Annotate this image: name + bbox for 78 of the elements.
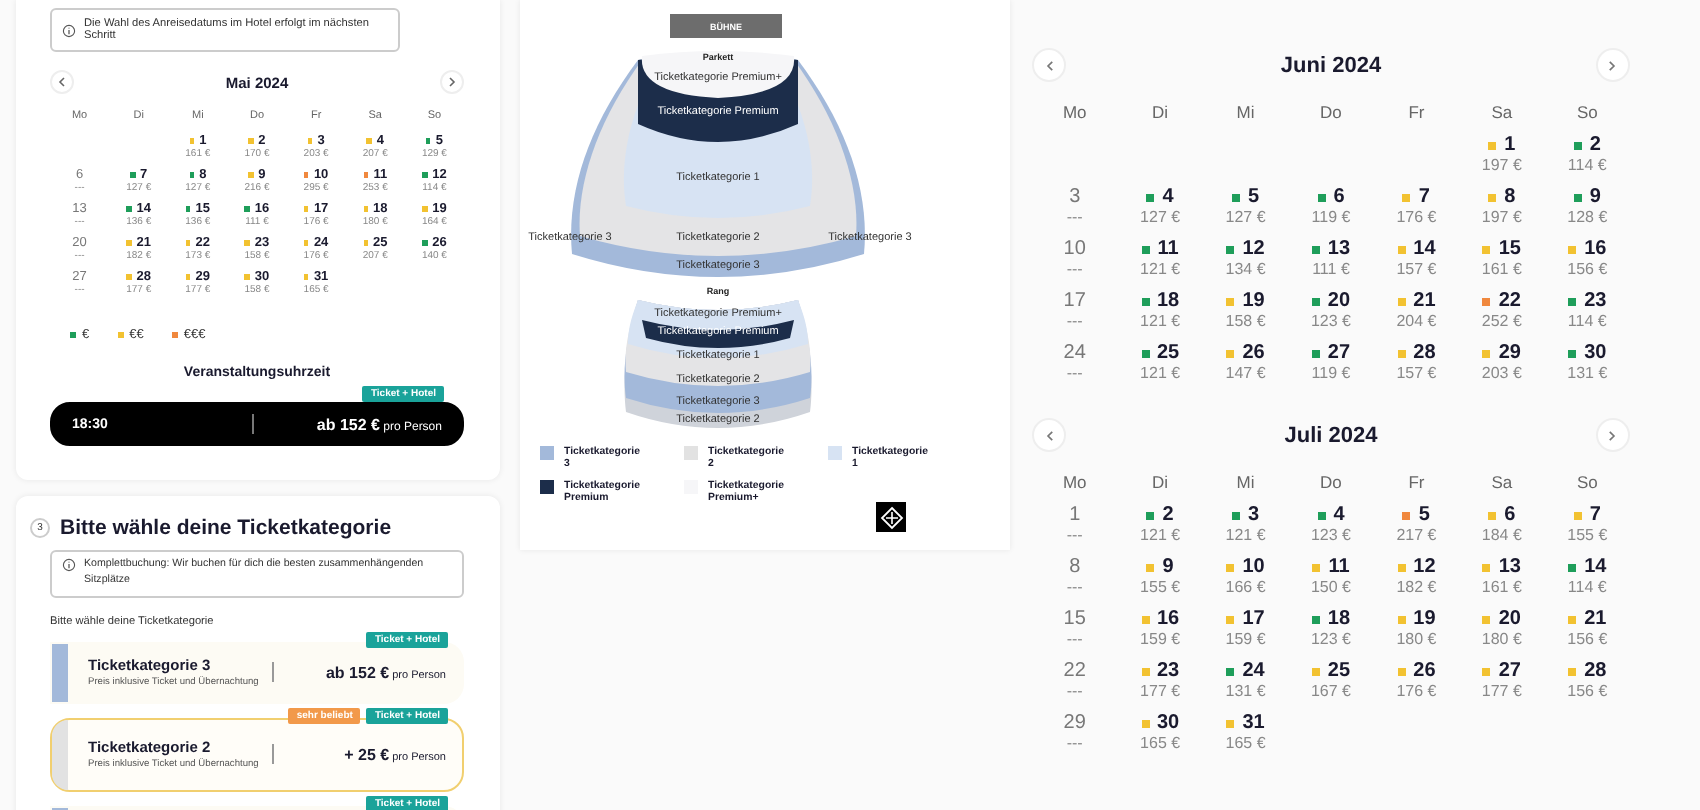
weekday-label: Sa xyxy=(1489,472,1515,496)
calendar-day[interactable]: 29 203 € xyxy=(1459,342,1545,394)
calendar-day[interactable]: 17 159 € xyxy=(1202,608,1289,660)
calendar-day[interactable]: 7 176 € xyxy=(1373,186,1460,238)
weekday-label: So xyxy=(1574,102,1600,126)
calendar-day[interactable]: 9 128 € xyxy=(1544,186,1630,238)
calendar-day[interactable]: 28 157 € xyxy=(1373,342,1460,394)
calendar-day[interactable]: 2 114 € xyxy=(1544,134,1630,186)
weekday-label: Sa xyxy=(1489,102,1515,126)
month-title: Juni 2024 xyxy=(1280,53,1382,77)
calendar-day[interactable]: 21 204 € xyxy=(1373,290,1460,342)
calendar-day[interactable]: 4 127 € xyxy=(1117,186,1203,238)
calendar-day[interactable]: 26 176 € xyxy=(1373,660,1460,712)
calendar-day[interactable]: 13 161 € xyxy=(1459,556,1545,608)
calendar-day[interactable]: 16 159 € xyxy=(1117,608,1203,660)
calendar-day[interactable]: 28 156 € xyxy=(1544,660,1630,712)
weekday-label: Di xyxy=(1150,472,1171,496)
calendar-day[interactable]: 30 165 € xyxy=(1117,712,1203,764)
weekday-label: Fr xyxy=(1406,102,1427,126)
calendar-day[interactable]: 12 182 € xyxy=(1373,556,1460,608)
calendar-day[interactable]: 14 114 € xyxy=(1544,556,1630,608)
calendar-day[interactable]: 20 180 € xyxy=(1459,608,1545,660)
calendar-day: 24 --- xyxy=(1032,342,1118,394)
weekday-label: Mo xyxy=(1060,472,1089,496)
calendar-day[interactable]: 25 167 € xyxy=(1288,660,1374,712)
calendar-day[interactable]: 20 123 € xyxy=(1288,290,1374,342)
calendar-day[interactable]: 31 165 € xyxy=(1202,712,1289,764)
calendar-day[interactable]: 24 131 € xyxy=(1202,660,1289,712)
calendar-day[interactable]: 7 155 € xyxy=(1544,504,1630,556)
calendar-day[interactable]: 6 119 € xyxy=(1288,186,1374,238)
calendar-day: 3 --- xyxy=(1032,186,1118,238)
calendar-day[interactable]: 14 157 € xyxy=(1373,238,1460,290)
calendar-day[interactable]: 23 177 € xyxy=(1117,660,1203,712)
calendar-day[interactable]: 4 123 € xyxy=(1288,504,1374,556)
calendar-day: 17 --- xyxy=(1032,290,1118,342)
calendar-day[interactable]: 5 127 € xyxy=(1202,186,1289,238)
month-title: Juli 2024 xyxy=(1284,423,1378,447)
calendar-day[interactable]: 18 123 € xyxy=(1288,608,1374,660)
calendar-day: 10 --- xyxy=(1032,238,1118,290)
calendar-day[interactable]: 21 156 € xyxy=(1544,608,1630,660)
calendar-day: 1 --- xyxy=(1032,504,1118,556)
calendar-day[interactable]: 11 150 € xyxy=(1288,556,1374,608)
calendar-day[interactable]: 5 217 € xyxy=(1373,504,1460,556)
weekday-label: Mo xyxy=(1060,102,1089,126)
weekday-label: Fr xyxy=(1406,472,1427,496)
calendar-day[interactable]: 19 158 € xyxy=(1202,290,1289,342)
weekday-label: Di xyxy=(1150,102,1171,126)
calendar-day[interactable]: 18 121 € xyxy=(1117,290,1203,342)
calendar-day[interactable]: 9 155 € xyxy=(1117,556,1203,608)
calendar-day[interactable]: 2 121 € xyxy=(1117,504,1203,556)
calendar-day[interactable]: 23 114 € xyxy=(1544,290,1630,342)
calendar-day[interactable]: 8 197 € xyxy=(1459,186,1545,238)
calendar-day: 8 --- xyxy=(1032,556,1118,608)
weekday-label: Mi xyxy=(1234,102,1257,126)
calendar-day[interactable]: 10 166 € xyxy=(1202,556,1289,608)
weekday-label: Mi xyxy=(1234,472,1257,496)
calendar-day: 29 --- xyxy=(1032,712,1118,764)
calendar-day[interactable]: 3 121 € xyxy=(1202,504,1289,556)
weekday-label: Do xyxy=(1318,102,1344,126)
calendar-day[interactable]: 27 177 € xyxy=(1459,660,1545,712)
calendar-day[interactable]: 15 161 € xyxy=(1459,238,1545,290)
calendar-day: 22 --- xyxy=(1032,660,1118,712)
calendar-day[interactable]: 13 111 € xyxy=(1288,238,1374,290)
calendar-day[interactable]: 11 121 € xyxy=(1117,238,1203,290)
calendar-day: 15 --- xyxy=(1032,608,1118,660)
calendar-day[interactable]: 1 197 € xyxy=(1459,134,1545,186)
weekday-label: Do xyxy=(1318,472,1344,496)
calendar-day[interactable]: 12 134 € xyxy=(1202,238,1289,290)
calendar-day[interactable]: 30 131 € xyxy=(1544,342,1630,394)
calendar-day[interactable]: 19 180 € xyxy=(1373,608,1460,660)
calendar-day[interactable]: 27 119 € xyxy=(1288,342,1374,394)
calendar-day[interactable]: 22 252 € xyxy=(1459,290,1545,342)
weekday-label: So xyxy=(1574,472,1600,496)
calendar-day[interactable]: 16 156 € xyxy=(1544,238,1630,290)
calendar-day[interactable]: 6 184 € xyxy=(1459,504,1545,556)
section-heading: Bitte wähle deine Ticketkategorie xyxy=(60,516,392,540)
calendar-day[interactable]: 26 147 € xyxy=(1202,342,1289,394)
calendar-day[interactable]: 25 121 € xyxy=(1117,342,1203,394)
